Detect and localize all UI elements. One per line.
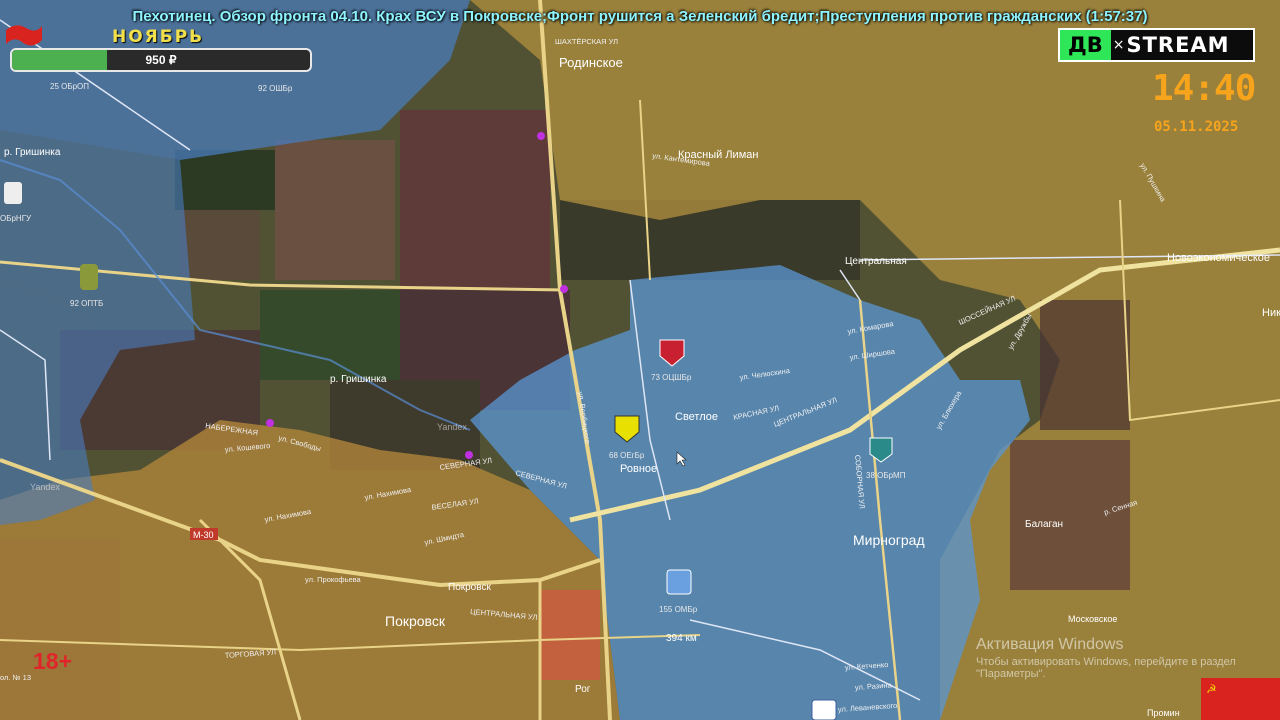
label-pokrovsk: Покровск xyxy=(385,613,446,629)
windows-activation-title: Активация Windows xyxy=(976,636,1124,653)
label-yandex-2: Yandex xyxy=(30,482,60,492)
label-unit-92-optb: 92 ОПТБ xyxy=(70,299,103,308)
month-label: НОЯБРЬ xyxy=(112,27,205,47)
label-rovnoe: Ровное xyxy=(620,463,657,475)
windows-activation-link[interactable]: "Параметры". xyxy=(976,668,1236,680)
street-label: ол. № 13 xyxy=(0,673,31,682)
label-unit-ngu: ОБрНГУ xyxy=(0,214,32,223)
map-view[interactable]: Родинское Красный Лиман Центральная Ново… xyxy=(0,0,1280,720)
label-tsentralnaya: Центральная xyxy=(845,256,907,267)
label-unit-92-oshbr: 92 ОШБр xyxy=(258,84,293,93)
label-river-grishinka-2: р. Гришинка xyxy=(330,374,387,385)
label-svetloe: Светлое xyxy=(675,411,718,423)
label-unit-68: 68 ОЕгБр xyxy=(609,451,645,460)
logo-stream: STREAM xyxy=(1126,33,1230,57)
label-novoekonomicheskoe: Новоэкономическое xyxy=(1167,252,1270,264)
windows-activation-watermark: Активация Windows Чтобы активировать Win… xyxy=(976,636,1236,680)
stream-clock: 14:40 xyxy=(1152,68,1256,109)
soviet-flag-icon: ☭ xyxy=(1201,678,1280,720)
dvstream-logo: ДВ × STREAM xyxy=(1058,28,1255,62)
age-rating: 18+ xyxy=(33,648,73,674)
terrain-patch xyxy=(1010,440,1130,590)
label-river-grishinka-1: р. Гришинка xyxy=(4,147,61,158)
donation-progress-bar: 950 ₽ xyxy=(10,48,312,72)
terrain-patch xyxy=(1040,300,1130,430)
zone-red xyxy=(540,590,600,680)
hammer-sickle-icon: ☭ xyxy=(1206,682,1217,696)
logo-separator: × xyxy=(1112,37,1125,53)
street-label: ШАХТЁРСКАЯ УЛ xyxy=(555,37,618,46)
logo-dv: ДВ xyxy=(1060,30,1111,60)
stream-title: Пехотинец. Обзор фронта 04.10. Крах ВСУ … xyxy=(132,8,1148,25)
label-km394: 394 км xyxy=(666,633,697,644)
stream-date: 05.11.2025 xyxy=(1154,119,1239,135)
label-unit-38: 38 ОБрМП xyxy=(866,471,906,480)
label-balagan: Балаган xyxy=(1025,519,1063,530)
label-mirnograd: Мирноград xyxy=(853,532,925,548)
label-moskovskoe: Московское xyxy=(1068,614,1117,624)
label-nik: Ник xyxy=(1262,307,1280,319)
street-label: ул. Прокофьева xyxy=(305,575,362,584)
label-m30: М-30 xyxy=(193,530,214,540)
label-unit-73: 73 ОЦШБр xyxy=(651,373,692,382)
donation-amount: 950 ₽ xyxy=(145,53,177,67)
label-unit-155: 155 ОМБр xyxy=(659,605,698,614)
label-rog: Рог xyxy=(575,684,591,695)
label-rodinskoe: Родинское xyxy=(559,55,623,70)
label-promin: Промин xyxy=(1147,708,1180,718)
label-pokrovsk-station: Покровск xyxy=(448,582,491,593)
windows-activation-text: Чтобы активировать Windows, перейдите в … xyxy=(976,656,1236,668)
label-yandex-1: Yandex xyxy=(437,422,467,432)
label-unit-25: 25 ОБрОП xyxy=(50,82,89,91)
